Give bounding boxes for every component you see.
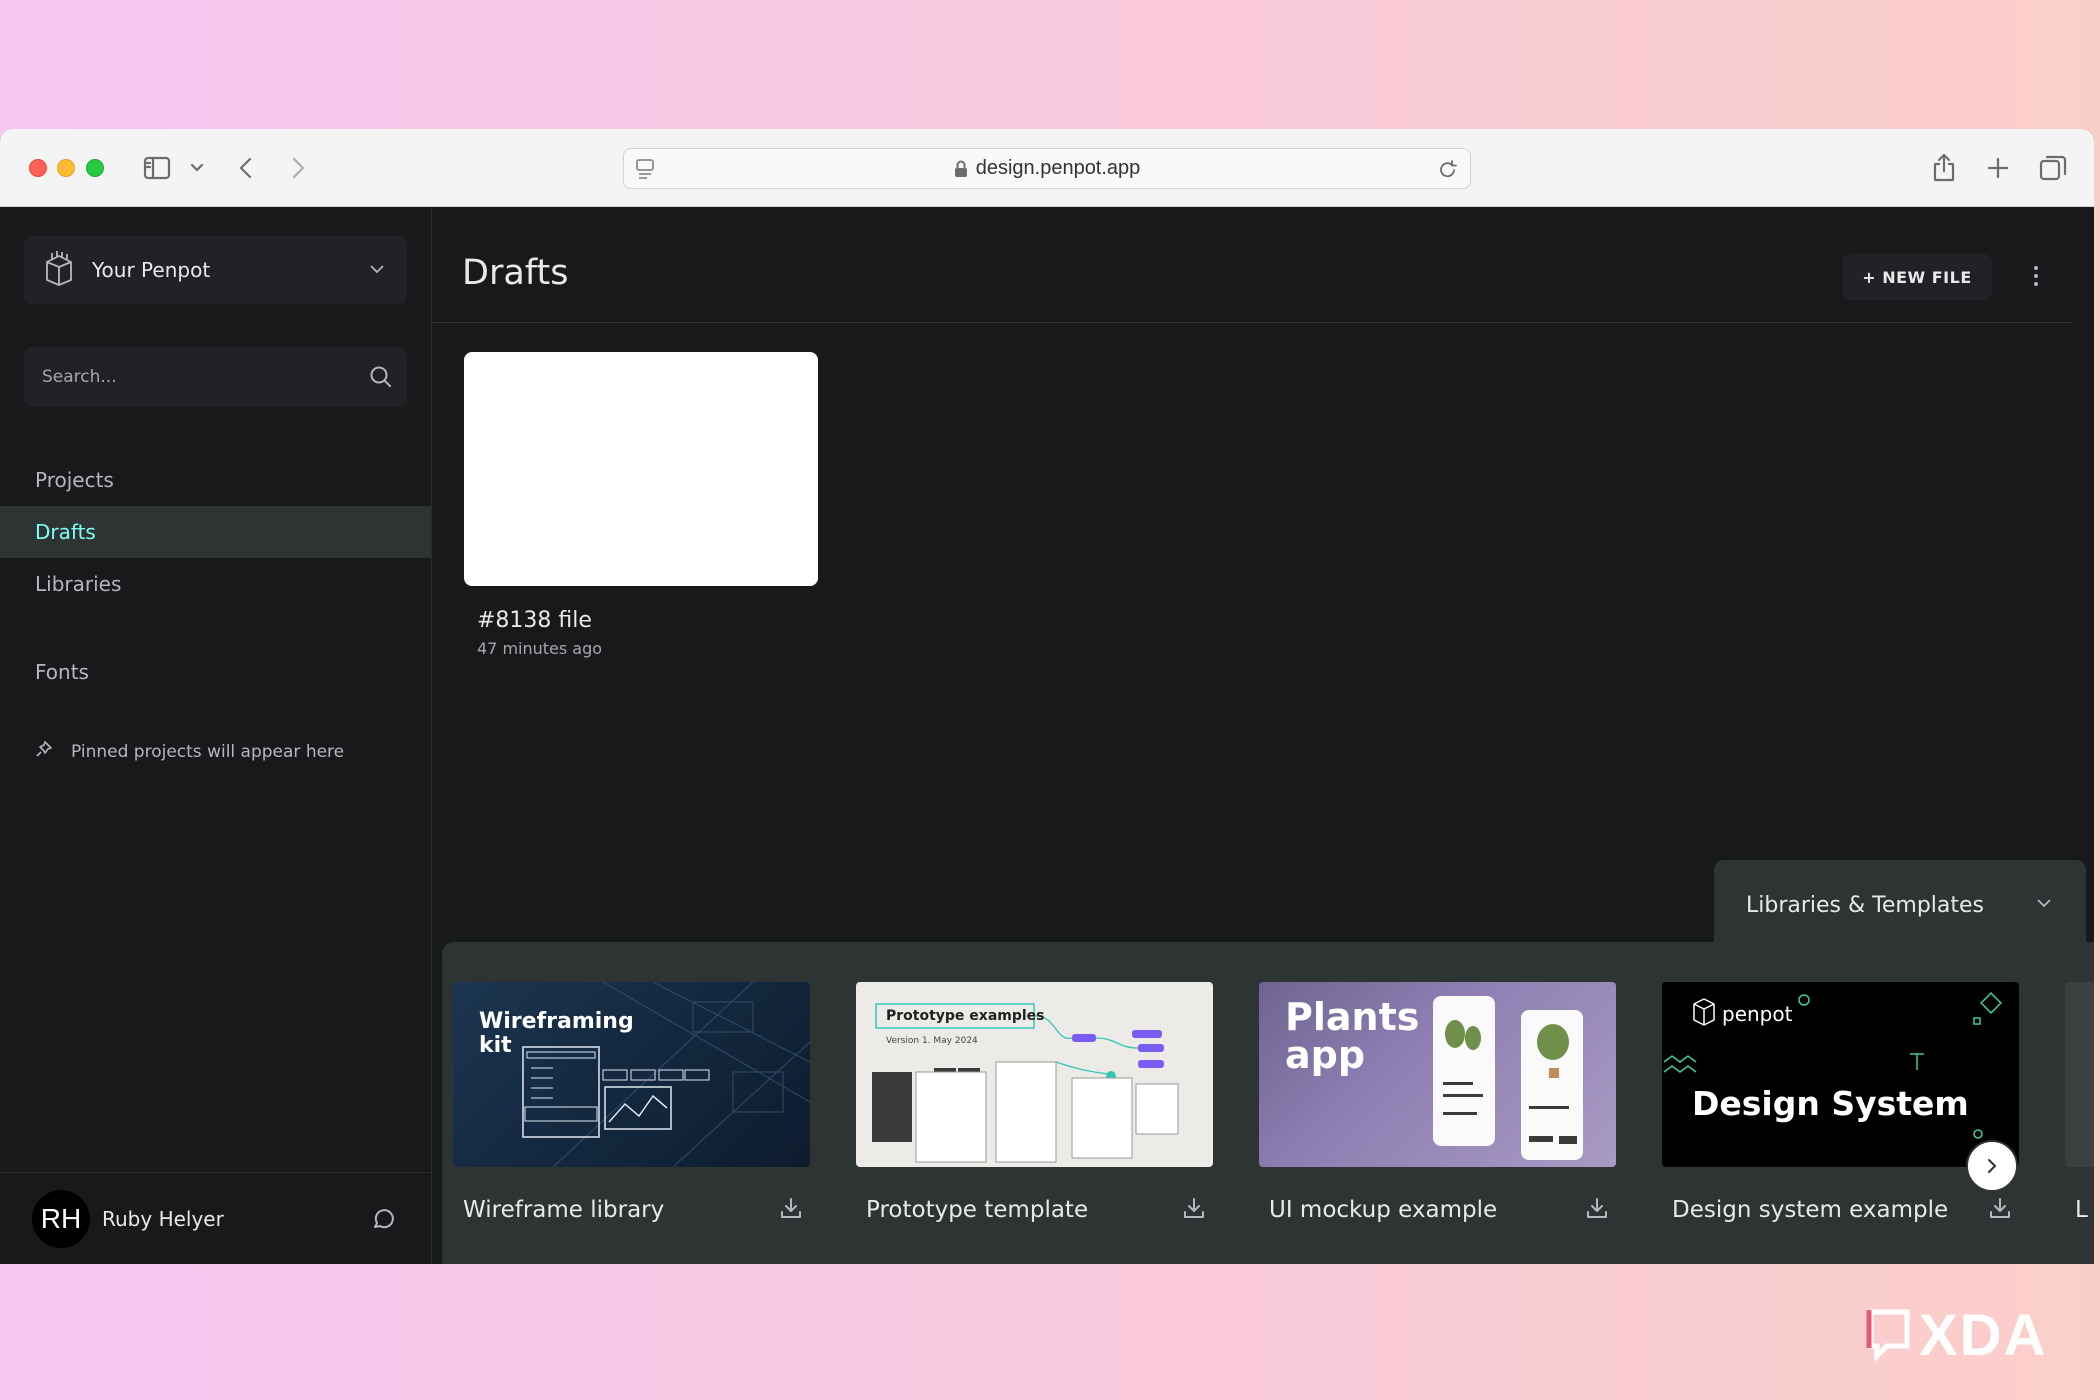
more-options-icon[interactable] <box>2032 265 2040 291</box>
template-card[interactable]: Wireframing kit Wireframe library <box>453 982 810 1223</box>
libraries-templates-toggle[interactable]: Libraries & Templates <box>1714 860 2086 950</box>
sidebar-toggle-icon[interactable] <box>140 149 174 187</box>
template-card[interactable]: Prototype examples Version 1. May 2024 P… <box>856 982 1213 1223</box>
team-name: Your Penpot <box>92 258 211 282</box>
template-thumb-subtitle: Version 1. May 2024 <box>886 1036 978 1046</box>
pin-icon <box>35 740 53 763</box>
lock-icon <box>954 160 968 178</box>
search-box <box>24 347 407 407</box>
file-modified-time: 47 minutes ago <box>477 639 603 658</box>
template-card-partial[interactable]: L <box>2065 982 2094 1223</box>
penpot-app: Your Penpot Projects Drafts Libraries Fo… <box>0 207 2094 1264</box>
page-title: Drafts <box>462 253 569 293</box>
header-divider <box>432 322 2072 323</box>
profile-name[interactable]: Ruby Helyer <box>102 1207 224 1231</box>
sidebar-item-drafts[interactable]: Drafts <box>0 506 431 558</box>
profile-section[interactable]: RH Ruby Helyer <box>0 1172 431 1264</box>
browser-window: design.penpot.app Your Penpot Search... … <box>0 129 2094 1264</box>
download-icon[interactable] <box>1183 1197 1205 1223</box>
scroll-next-button[interactable] <box>1966 1140 2018 1192</box>
close-window-button[interactable] <box>29 159 47 177</box>
template-thumbnail[interactable]: Prototype examples Version 1. May 2024 <box>856 982 1213 1167</box>
libraries-templates-label: Libraries & Templates <box>1746 892 1985 918</box>
template-thumbnail[interactable]: penpot Design System <box>1662 982 2019 1167</box>
maximize-window-button[interactable] <box>86 159 104 177</box>
team-selector[interactable]: Your Penpot <box>24 236 407 304</box>
browser-toolbar: design.penpot.app <box>0 129 2094 207</box>
address-bar[interactable]: design.penpot.app <box>623 148 1471 189</box>
url-text: design.penpot.app <box>975 157 1141 179</box>
template-thumb-brand: penpot <box>1722 1002 1793 1026</box>
pinned-text: Pinned projects will appear here <box>71 741 345 762</box>
download-icon[interactable] <box>1989 1197 2011 1223</box>
template-thumb-title: Wireframing kit <box>479 1009 634 1058</box>
forward-icon[interactable] <box>288 149 308 187</box>
template-name[interactable]: UI mockup example <box>1269 1197 1497 1223</box>
template-thumbnail[interactable]: Plants app <box>1259 982 1616 1167</box>
xda-watermark: XDA <box>1865 1302 2047 1369</box>
comments-icon[interactable] <box>371 1207 395 1235</box>
share-icon[interactable] <box>1930 149 1958 187</box>
reload-icon[interactable] <box>1438 158 1458 184</box>
sidebar: Your Penpot Projects Drafts Libraries Fo… <box>0 207 432 1264</box>
chevron-down-icon <box>2036 894 2052 913</box>
template-name[interactable]: Design system example <box>1672 1197 1948 1223</box>
template-thumb-title: Prototype examples <box>886 1008 1045 1024</box>
penpot-logo-icon <box>44 250 74 290</box>
chevron-down-icon[interactable] <box>188 149 206 187</box>
template-thumb-title: Design System <box>1692 1084 1969 1123</box>
template-card[interactable]: penpot Design System Design system examp… <box>1662 982 2019 1223</box>
back-icon[interactable] <box>236 149 256 187</box>
template-thumb-title: Plants app <box>1285 995 1420 1077</box>
new-file-button[interactable]: + NEW FILE <box>1842 254 1992 300</box>
search-input[interactable] <box>42 367 342 387</box>
chevron-down-icon <box>369 260 385 279</box>
sidebar-item-projects[interactable]: Projects <box>0 454 431 506</box>
sidebar-item-fonts[interactable]: Fonts <box>0 646 431 698</box>
download-icon[interactable] <box>1586 1197 1608 1223</box>
search-icon[interactable] <box>369 365 393 393</box>
new-tab-icon[interactable] <box>1984 149 2012 187</box>
download-icon[interactable] <box>780 1197 802 1223</box>
xda-logo-icon <box>1865 1306 1913 1366</box>
file-card[interactable]: #8138 file 47 minutes ago <box>464 352 818 658</box>
template-card[interactable]: Plants app UI mockup example <box>1259 982 1616 1223</box>
template-name[interactable]: L <box>2075 1197 2088 1223</box>
template-name[interactable]: Wireframe library <box>463 1197 664 1223</box>
file-thumbnail[interactable] <box>464 352 818 586</box>
pinned-projects-hint: Pinned projects will appear here <box>35 740 344 763</box>
template-thumbnail[interactable]: Wireframing kit <box>453 982 810 1167</box>
template-name[interactable]: Prototype template <box>866 1197 1088 1223</box>
template-thumbnail[interactable] <box>2065 982 2094 1167</box>
file-name[interactable]: #8138 file <box>477 608 818 633</box>
main-content: Drafts + NEW FILE #8138 file 47 minutes … <box>432 207 2094 1264</box>
xda-wordmark: XDA <box>1919 1303 2048 1368</box>
templates-panel: Wireframing kit Wireframe library Protot… <box>442 942 2094 1264</box>
avatar[interactable]: RH <box>32 1189 90 1248</box>
minimize-window-button[interactable] <box>57 159 75 177</box>
sidebar-item-libraries[interactable]: Libraries <box>0 558 431 610</box>
tab-overview-icon[interactable] <box>2038 149 2068 187</box>
page-settings-icon[interactable] <box>635 158 655 184</box>
